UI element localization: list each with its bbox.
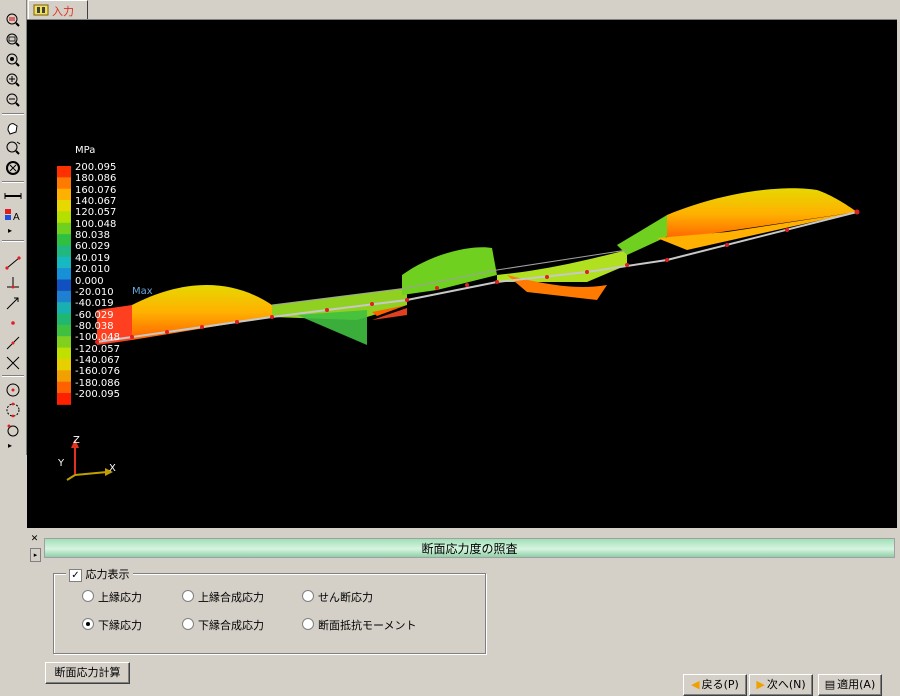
- support-icon[interactable]: [4, 275, 22, 291]
- label-icon[interactable]: A: [4, 207, 22, 223]
- back-button[interactable]: ◀ 戻る(P): [683, 674, 747, 696]
- legend-swatch: [57, 279, 71, 292]
- checkbox-icon[interactable]: ✓: [69, 568, 82, 582]
- axis-x-label: X: [109, 463, 116, 474]
- legend-swatch: [57, 381, 71, 394]
- legend-swatch: [57, 336, 71, 349]
- tab-input[interactable]: 入力: [28, 0, 88, 19]
- legend-swatch: [57, 234, 71, 246]
- close-icon[interactable]: ✕: [30, 535, 39, 544]
- calc-section-stress-button[interactable]: 断面応力計算: [45, 662, 130, 684]
- view-toolbar: A ▸ ▸: [0, 0, 27, 455]
- axis-z-label: Z: [73, 435, 80, 446]
- zoom-minus-icon[interactable]: [4, 92, 22, 108]
- max-marker: Max: [132, 286, 153, 297]
- zoom-in-icon[interactable]: [4, 72, 22, 88]
- legend-swatch: [57, 268, 71, 280]
- radio-dot[interactable]: [182, 590, 194, 602]
- circle-icon[interactable]: [4, 382, 22, 398]
- axis-y-label: Y: [58, 458, 65, 469]
- radio-dot[interactable]: [302, 618, 314, 630]
- legend-value: 160.076: [75, 184, 117, 196]
- 3d-viewport[interactable]: MPa 200.095 180.086 160.076 140.067 120.057 1…: [27, 19, 897, 528]
- legend-swatch: [57, 256, 71, 269]
- legend-swatch: [57, 393, 71, 405]
- stress-diagram: [57, 166, 860, 481]
- color-legend: [57, 166, 71, 405]
- legend-swatch: [57, 358, 71, 371]
- legend-value: -200.095: [75, 389, 120, 400]
- apply-button[interactable]: ▤ 適用(A): [818, 674, 882, 696]
- ring-icon[interactable]: [4, 402, 22, 418]
- radio-dot[interactable]: [82, 618, 94, 630]
- legend-value: -80.038: [75, 320, 114, 332]
- input-tab-icon: [33, 4, 49, 19]
- legend-swatch: [57, 188, 71, 201]
- cross-icon[interactable]: [4, 355, 22, 371]
- legend-value: 20.010: [75, 264, 110, 276]
- stress-display-checkbox[interactable]: ✓ 応力表示: [66, 566, 133, 582]
- zoom-out-icon[interactable]: [4, 32, 22, 48]
- back-arrow-icon: ◀: [691, 678, 700, 691]
- legend-value: -160.076: [75, 366, 120, 378]
- document-icon: ▤: [824, 678, 836, 691]
- legend-swatch: [57, 177, 71, 190]
- legend-swatch: [57, 324, 71, 337]
- legend-swatch: [57, 302, 71, 315]
- member-icon[interactable]: [4, 295, 22, 311]
- next-arrow-icon: ▶: [756, 678, 765, 691]
- stress-display-group: [53, 573, 486, 654]
- radio-dot[interactable]: [182, 618, 194, 630]
- legend-value: -40.019: [75, 298, 114, 310]
- zoom-fit-icon[interactable]: [4, 52, 22, 68]
- pin-icon[interactable]: [4, 422, 22, 438]
- panel-expand-icon[interactable]: ▸: [30, 548, 41, 562]
- legend-unit: MPa: [75, 145, 96, 156]
- tab-label: 入力: [52, 5, 74, 18]
- legend-value: -140.067: [75, 354, 120, 366]
- panel-header: 断面応力度の照査: [44, 538, 895, 558]
- legend-swatch: [57, 370, 71, 383]
- svg-text:A: A: [13, 212, 20, 223]
- legend-swatch: [57, 313, 71, 326]
- stress-display-label: 応力表示: [85, 568, 130, 581]
- point-icon[interactable]: [4, 315, 22, 331]
- legend-swatch: [57, 211, 71, 224]
- radio-dot[interactable]: [302, 590, 314, 602]
- legend-value: 140.067: [75, 196, 117, 208]
- legend-value: -60.029: [75, 309, 114, 321]
- legend-value: -120.057: [75, 343, 120, 355]
- legend-swatch: [57, 347, 71, 360]
- measure-icon[interactable]: [4, 188, 22, 204]
- legend-value: 100.048: [75, 218, 117, 230]
- legend-value: 80.038: [75, 230, 110, 242]
- legend-value: 200.095: [75, 162, 117, 173]
- legend-swatch: [57, 245, 71, 258]
- zoom-realtime-icon[interactable]: [4, 140, 22, 156]
- legend-value: 180.086: [75, 173, 117, 185]
- node-line-icon[interactable]: [4, 255, 22, 271]
- legend-value: 40.019: [75, 252, 110, 264]
- pan-icon[interactable]: [4, 120, 22, 136]
- next-button[interactable]: ▶ 次へ(N): [749, 674, 813, 696]
- legend-value: 0.000: [75, 275, 104, 287]
- legend-value: -180.086: [75, 377, 120, 389]
- legend-value: -20.010: [75, 286, 114, 298]
- legend-swatch: [57, 222, 71, 235]
- radio-dot[interactable]: [82, 590, 94, 602]
- panel-title: 断面応力度の照査: [421, 542, 518, 556]
- zoom-window-icon[interactable]: [4, 12, 22, 28]
- legend-value: 60.029: [75, 241, 110, 253]
- legend-value: 120.057: [75, 207, 117, 219]
- legend-swatch: [57, 200, 71, 212]
- rotate-icon[interactable]: [4, 160, 22, 176]
- legend-swatch: [57, 166, 71, 178]
- diagonal-icon[interactable]: [4, 335, 22, 351]
- legend-swatch: [57, 290, 71, 303]
- legend-value: -100.048: [75, 332, 120, 344]
